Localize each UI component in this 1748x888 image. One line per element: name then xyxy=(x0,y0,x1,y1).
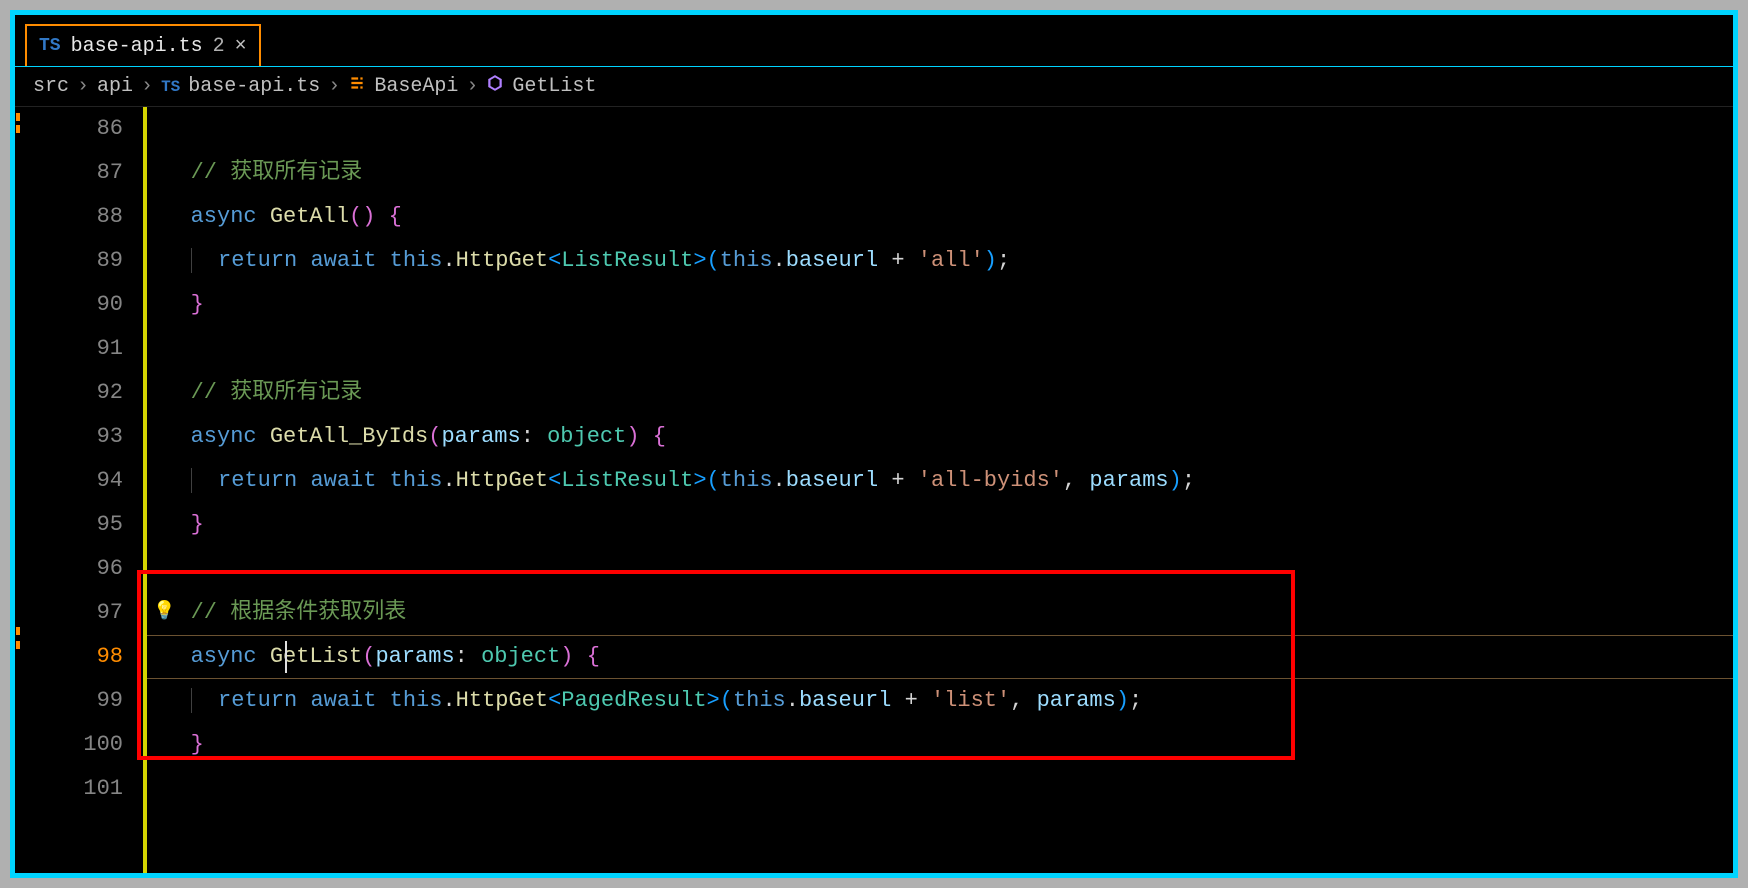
line-number: 100 xyxy=(23,723,123,767)
line-number: 95 xyxy=(23,503,123,547)
code-line[interactable]: return await this.HttpGet<PagedResult>(t… xyxy=(147,679,1733,723)
typescript-icon: TS xyxy=(161,78,180,96)
line-number: 91 xyxy=(23,327,123,371)
code-line[interactable]: // 获取所有记录 xyxy=(147,151,1733,195)
crumb-src[interactable]: src xyxy=(33,75,69,98)
chevron-right-icon: › xyxy=(141,75,153,98)
code-line[interactable]: return await this.HttpGet<ListResult>(th… xyxy=(147,459,1733,503)
tab-filename: base-api.ts xyxy=(71,35,203,58)
editor-body[interactable]: 86 87 88 89 90 91 92 93 94 95 96 97 98 9… xyxy=(15,107,1733,873)
gutter-marks xyxy=(15,107,23,873)
code-line[interactable]: async GetAll() { xyxy=(147,195,1733,239)
code-line[interactable] xyxy=(147,107,1733,151)
text-cursor xyxy=(285,641,287,673)
code-line[interactable]: } xyxy=(147,723,1733,767)
breadcrumb[interactable]: src › api › TS base-api.ts › BaseApi › G… xyxy=(15,67,1733,107)
editor-frame: TS base-api.ts 2 × src › api › TS base-a… xyxy=(10,10,1738,878)
code-line[interactable]: async GetList(params: object) { xyxy=(147,635,1733,679)
close-icon[interactable]: × xyxy=(235,35,247,58)
chevron-right-icon: › xyxy=(466,75,478,98)
line-number: 96 xyxy=(23,547,123,591)
code-line[interactable] xyxy=(147,767,1733,811)
tab-problem-count: 2 xyxy=(213,35,225,58)
code-line[interactable] xyxy=(147,547,1733,591)
line-number: 86 xyxy=(23,107,123,151)
lightbulb-icon[interactable]: 💡 xyxy=(153,600,175,622)
line-number: 97 xyxy=(23,591,123,635)
line-number: 92 xyxy=(23,371,123,415)
code-line[interactable]: return await this.HttpGet<ListResult>(th… xyxy=(147,239,1733,283)
chevron-right-icon: › xyxy=(77,75,89,98)
line-number-active: 98 xyxy=(23,635,123,679)
tab-bar: TS base-api.ts 2 × xyxy=(15,15,1733,67)
line-number: 88 xyxy=(23,195,123,239)
line-number: 94 xyxy=(23,459,123,503)
typescript-icon: TS xyxy=(39,36,61,56)
line-number: 99 xyxy=(23,679,123,723)
code-line[interactable]: } xyxy=(147,283,1733,327)
class-icon xyxy=(348,74,366,99)
line-number: 89 xyxy=(23,239,123,283)
code-line[interactable]: // 根据条件获取列表 xyxy=(147,591,1733,635)
code-line[interactable]: } xyxy=(147,503,1733,547)
crumb-api[interactable]: api xyxy=(97,75,133,98)
tab-base-api[interactable]: TS base-api.ts 2 × xyxy=(25,24,261,66)
line-number: 90 xyxy=(23,283,123,327)
chevron-right-icon: › xyxy=(328,75,340,98)
code-area[interactable]: 💡 // 获取所有记录 async GetAll() { return awai… xyxy=(147,107,1733,873)
crumb-method[interactable]: GetList xyxy=(512,75,596,98)
code-line[interactable] xyxy=(147,327,1733,371)
line-number-gutter: 86 87 88 89 90 91 92 93 94 95 96 97 98 9… xyxy=(23,107,143,873)
code-line[interactable]: async GetAll_ByIds(params: object) { xyxy=(147,415,1733,459)
crumb-file[interactable]: base-api.ts xyxy=(188,75,320,98)
crumb-class[interactable]: BaseApi xyxy=(374,75,458,98)
line-number: 87 xyxy=(23,151,123,195)
line-number: 101 xyxy=(23,767,123,811)
line-number: 93 xyxy=(23,415,123,459)
code-line[interactable]: // 获取所有记录 xyxy=(147,371,1733,415)
method-icon xyxy=(486,74,504,99)
